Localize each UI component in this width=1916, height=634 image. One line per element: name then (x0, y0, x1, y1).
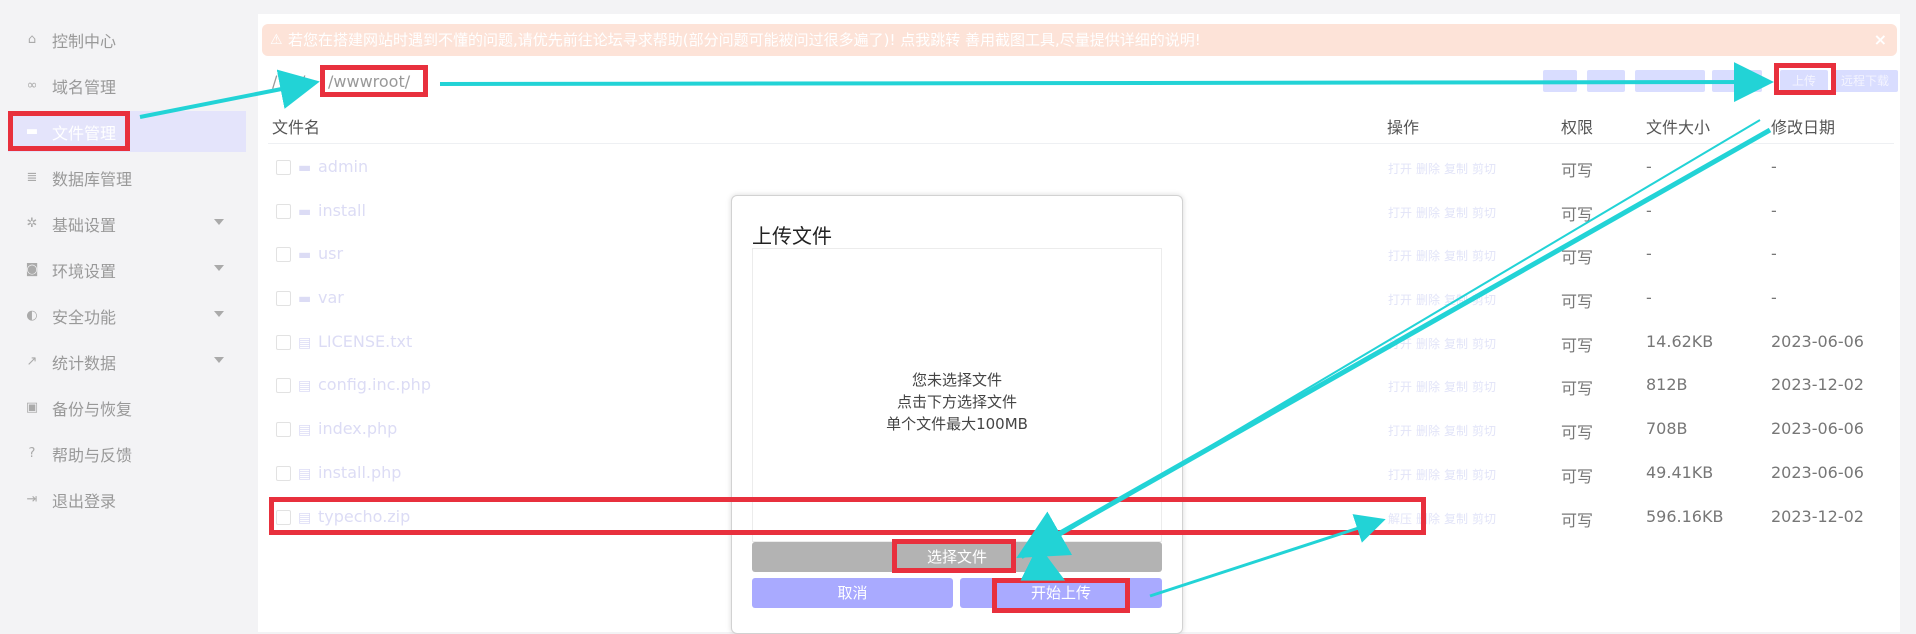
arrow (439, 62, 1774, 103)
arrow (1016, 127, 1772, 558)
arrow (1149, 514, 1386, 598)
arrow (139, 69, 320, 119)
arrow (1020, 544, 1066, 581)
annotation-arrows (139, 62, 1774, 598)
